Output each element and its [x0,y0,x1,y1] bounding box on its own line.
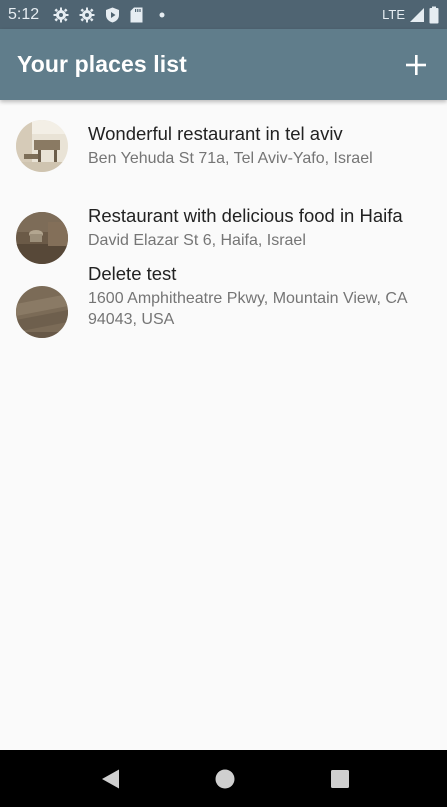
list-item[interactable]: Delete test 1600 Amphitheatre Pkwy, Moun… [0,263,447,356]
battery-icon [429,6,439,24]
avatar [16,120,68,172]
home-icon [215,769,235,789]
recents-button[interactable] [329,768,351,790]
gear-icon [79,7,95,23]
place-photo-icon [16,120,68,172]
places-list: Wonderful restaurant in tel aviv Ben Yeh… [0,100,447,356]
shield-play-icon [105,7,120,23]
recents-icon [331,770,349,788]
place-photo-icon [16,286,68,338]
dot-icon [153,7,167,23]
place-address: 1600 Amphitheatre Pkwy, Mountain View, C… [88,290,407,328]
item-text: Wonderful restaurant in tel aviv Ben Yeh… [88,122,427,169]
place-photo-icon [16,212,68,264]
signal-icon [409,7,425,23]
screen: 5:12 LTE Your places list Wonderful rest… [0,0,447,807]
status-bar: 5:12 LTE [0,0,447,29]
navigation-bar [0,750,447,807]
place-address: Ben Yehuda St 71a, Tel Aviv-Yafo, Israel [88,150,373,167]
gear-icon [53,7,69,23]
avatar [16,212,68,264]
status-right: LTE [382,6,439,24]
plus-icon [406,54,426,75]
add-place-button[interactable] [399,48,433,82]
back-icon [102,769,119,789]
list-item[interactable]: Wonderful restaurant in tel aviv Ben Yeh… [0,100,447,192]
status-left: 5:12 [8,6,167,24]
app-bar: Your places list [0,29,447,100]
status-time: 5:12 [8,5,40,23]
item-text: Restaurant with delicious food in Haifa … [88,204,427,251]
sd-card-icon [130,7,143,23]
home-button[interactable] [214,768,236,790]
place-title: Delete test [88,263,177,284]
back-button[interactable] [100,768,122,790]
page-title: Your places list [17,51,187,77]
item-text: Delete test 1600 Amphitheatre Pkwy, Moun… [88,262,427,330]
place-address: David Elazar St 6, Haifa, Israel [88,232,306,249]
place-title: Wonderful restaurant in tel aviv [88,123,343,144]
place-title: Restaurant with delicious food in Haifa [88,205,403,226]
network-type: LTE [382,7,405,22]
avatar [16,286,68,338]
